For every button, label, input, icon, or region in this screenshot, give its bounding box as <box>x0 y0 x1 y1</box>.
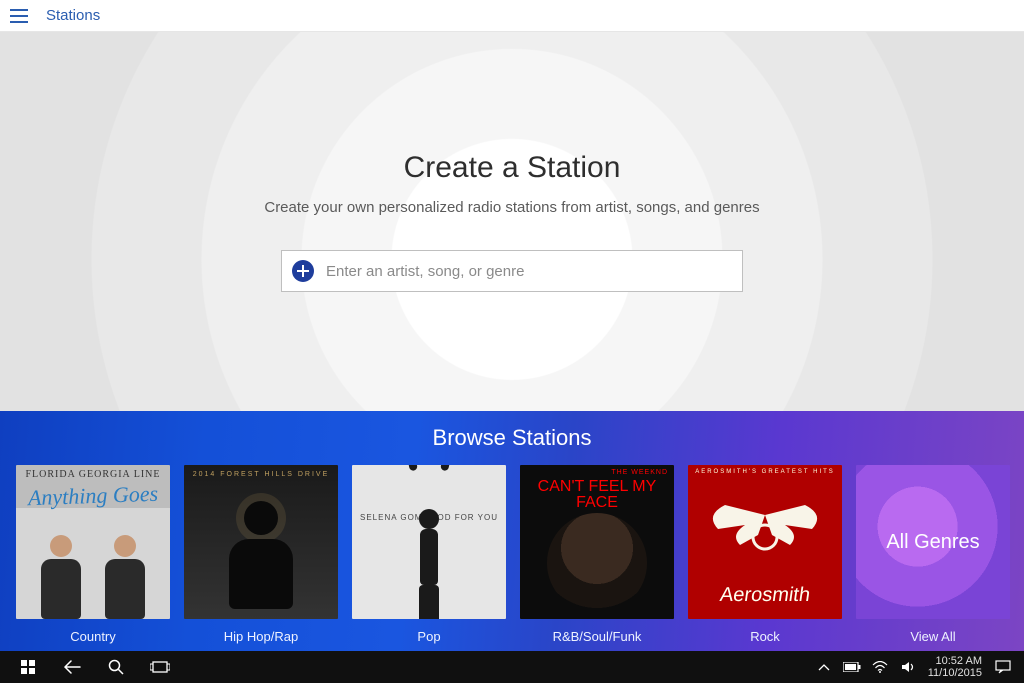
battery-icon[interactable] <box>838 651 866 683</box>
create-station-hero: Create a Station Create your own persona… <box>0 32 1024 411</box>
hero-subheading: Create your own personalized radio stati… <box>264 199 759 216</box>
volume-icon[interactable] <box>894 651 922 683</box>
tile-label: R&B/Soul/Funk <box>553 629 642 644</box>
album-small-text: 2014 FOREST HILLS DRIVE <box>184 471 338 478</box>
wings-icon <box>700 495 830 575</box>
station-search-input[interactable] <box>326 263 732 280</box>
album-art-hiphop: 2014 FOREST HILLS DRIVE <box>184 465 338 619</box>
wifi-icon[interactable] <box>866 651 894 683</box>
tile-label: View All <box>910 629 955 644</box>
album-artist-text: THE WEEKND <box>611 469 668 476</box>
task-view-button[interactable] <box>138 651 182 683</box>
clock-time: 10:52 AM <box>936 655 982 667</box>
album-logo-text: Aerosmith <box>694 584 835 607</box>
action-center-icon[interactable] <box>988 651 1018 683</box>
back-button[interactable] <box>50 651 94 683</box>
station-tile-hiphop[interactable]: 2014 FOREST HILLS DRIVE Hip Hop/Rap <box>184 465 338 644</box>
plus-icon[interactable] <box>292 260 314 282</box>
page-title: Stations <box>46 7 100 24</box>
browse-heading: Browse Stations <box>433 425 592 451</box>
top-bar: Stations <box>0 0 1024 32</box>
browse-stations-section: Browse Stations FLORIDA GEORGIA LINE Any… <box>0 411 1024 651</box>
app-window: Stations Create a Station Create your ow… <box>0 0 1024 651</box>
tray-up-icon[interactable] <box>810 651 838 683</box>
album-art-country: FLORIDA GEORGIA LINE Anything Goes <box>16 465 170 619</box>
search-button[interactable] <box>94 651 138 683</box>
album-title-script: Anything Goes <box>16 480 170 511</box>
tile-label: Rock <box>750 629 780 644</box>
start-button[interactable] <box>6 651 50 683</box>
tile-label: Hip Hop/Rap <box>224 629 298 644</box>
album-title-text: CAN'T FEEL MY FACE <box>526 479 668 511</box>
album-art-pop: SELENA GOMEZ GOOD FOR YOU <box>352 465 506 619</box>
station-tiles-row: FLORIDA GEORGIA LINE Anything Goes Count… <box>16 465 1008 644</box>
tile-label: Pop <box>417 629 440 644</box>
hamburger-menu-icon[interactable] <box>10 9 28 23</box>
station-tile-country[interactable]: FLORIDA GEORGIA LINE Anything Goes Count… <box>16 465 170 644</box>
clock-date: 11/10/2015 <box>928 667 982 679</box>
taskbar-clock[interactable]: 10:52 AM 11/10/2015 <box>922 655 988 679</box>
all-genres-tile: All Genres <box>856 465 1010 619</box>
album-art-rock: AEROSMITH'S GREATEST HITS Aerosmith <box>688 465 842 619</box>
album-small-text: AEROSMITH'S GREATEST HITS <box>688 469 842 475</box>
hero-heading: Create a Station <box>404 151 621 185</box>
station-search-box[interactable] <box>281 250 743 292</box>
station-tile-rnb[interactable]: THE WEEKND CAN'T FEEL MY FACE R&B/Soul/F… <box>520 465 674 644</box>
windows-taskbar: 10:52 AM 11/10/2015 <box>0 651 1024 683</box>
tile-label: Country <box>70 629 116 644</box>
station-tile-rock[interactable]: AEROSMITH'S GREATEST HITS Aerosmith Rock <box>688 465 842 644</box>
station-tile-view-all[interactable]: All Genres View All <box>856 465 1010 644</box>
all-genres-text: All Genres <box>886 531 979 554</box>
album-art-rnb: THE WEEKND CAN'T FEEL MY FACE <box>520 465 674 619</box>
album-band-text: FLORIDA GEORGIA LINE <box>16 469 170 480</box>
station-tile-pop[interactable]: SELENA GOMEZ GOOD FOR YOU Pop <box>352 465 506 644</box>
